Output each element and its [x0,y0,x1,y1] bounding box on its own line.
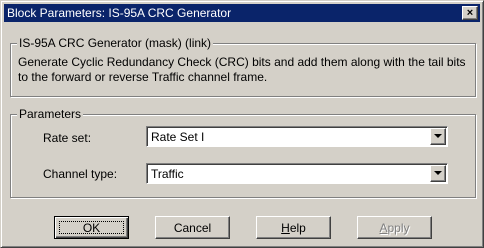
mask-description-group: IS-95A CRC Generator (mask) (link) Gener… [10,36,476,97]
parameters-group-legend: Parameters [17,107,84,121]
rate-set-dropdown[interactable]: Rate Set I [146,126,448,147]
help-label-rest: elp [289,220,306,235]
cancel-button-label: Cancel [173,220,212,235]
title-bar[interactable]: Block Parameters: IS-95A CRC Generator × [4,4,480,22]
parameters-group: Parameters Rate set: Rate Set I Channel … [10,107,476,198]
ok-button[interactable]: OK [54,216,129,239]
window-title: Block Parameters: IS-95A CRC Generator [7,6,232,20]
apply-mnemonic: A [379,220,388,235]
help-mnemonic: H [281,220,290,235]
apply-button-label: Apply [379,221,409,235]
close-button[interactable]: × [462,6,478,20]
chevron-down-icon[interactable] [430,165,446,182]
mask-description-text: Generate Cyclic Redundancy Check (CRC) b… [18,55,466,84]
help-button-label: Help [281,221,306,235]
channel-type-dropdown[interactable]: Traffic [146,163,448,184]
apply-button[interactable]: Apply [357,216,432,239]
chevron-down-icon[interactable] [430,128,446,145]
close-icon: × [466,6,474,19]
channel-type-value: Traffic [151,167,184,181]
mask-group-legend: IS-95A CRC Generator (mask) (link) [17,36,214,50]
rate-set-value: Rate Set I [151,130,205,144]
cancel-button[interactable]: Cancel [155,216,230,239]
help-button[interactable]: Help [256,216,331,239]
apply-label-rest: pply [387,220,410,235]
focus-ring [59,221,124,234]
rate-set-label: Rate set: [43,131,92,145]
channel-type-label: Channel type: [43,167,118,181]
block-parameters-dialog: Block Parameters: IS-95A CRC Generator ×… [0,0,484,248]
